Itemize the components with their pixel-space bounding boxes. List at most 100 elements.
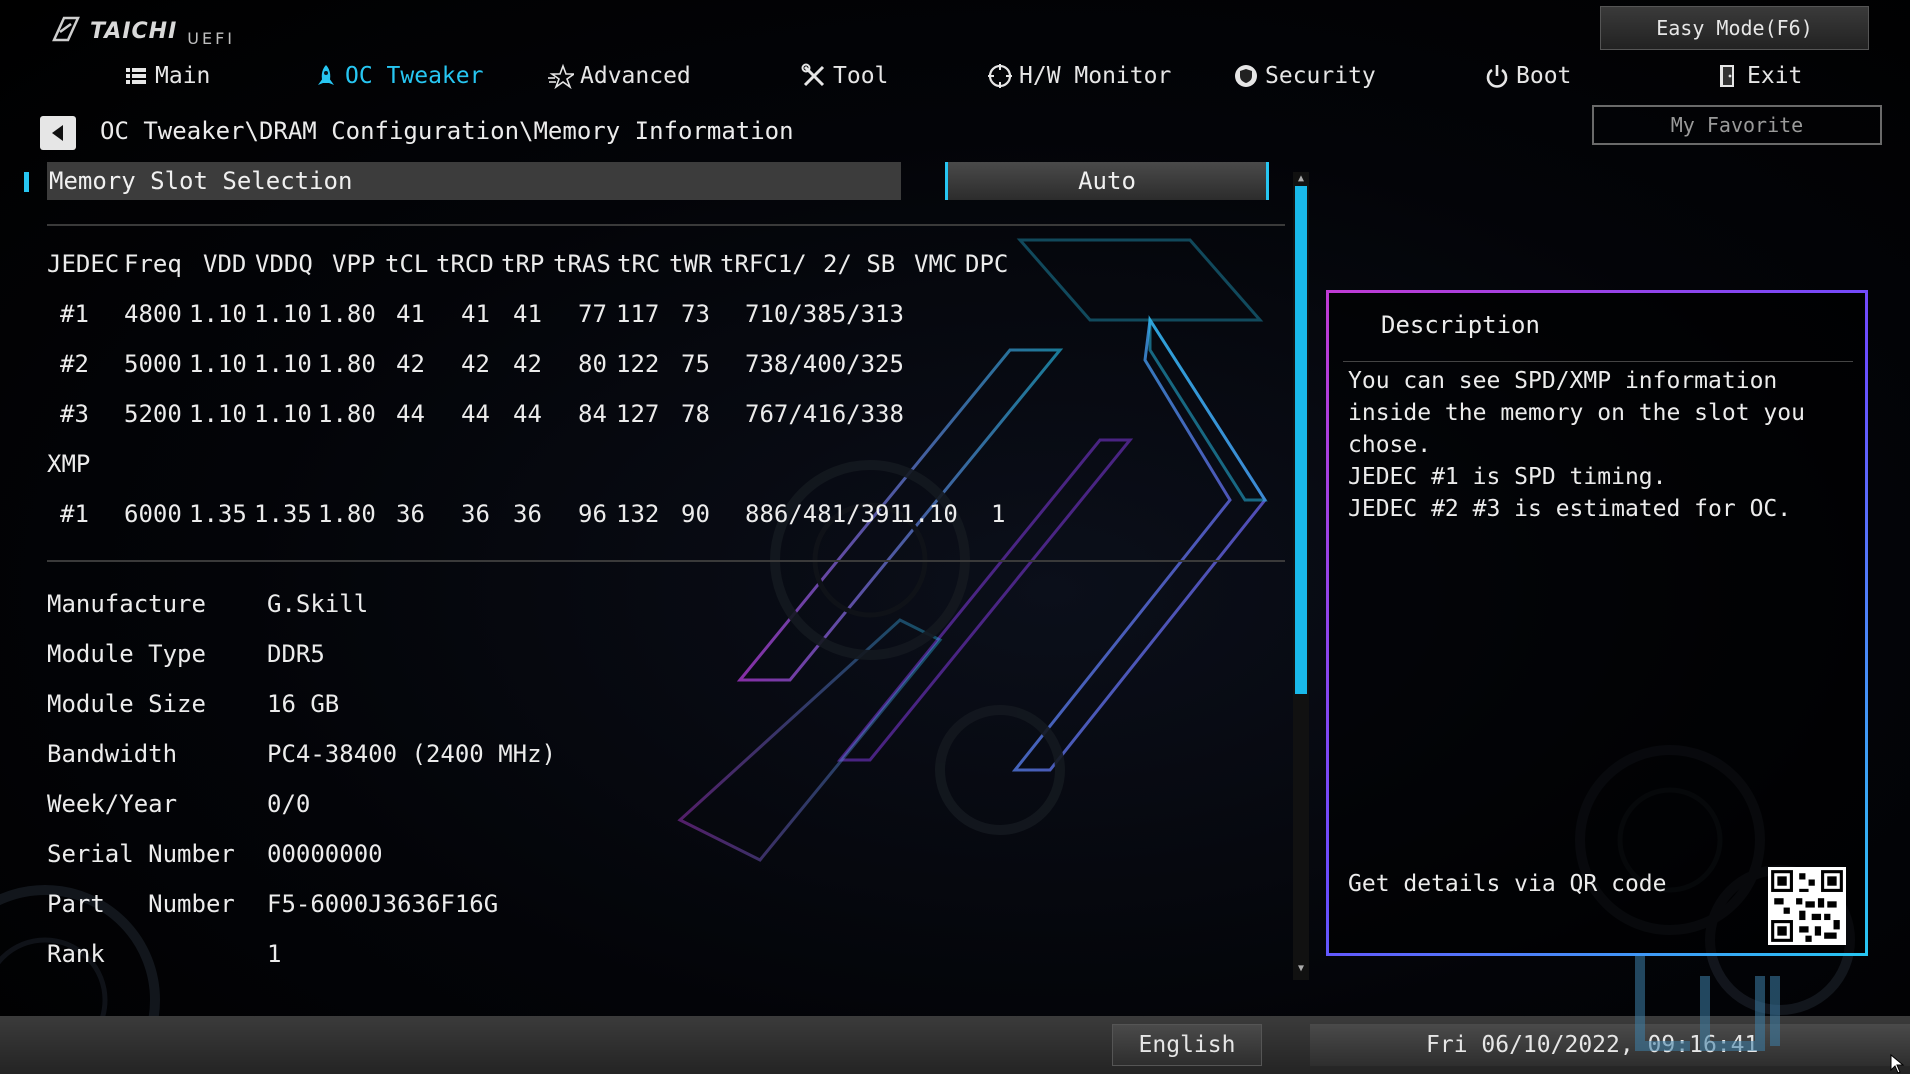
cell-trcd: 42 xyxy=(461,350,490,378)
cell-id: #3 xyxy=(60,400,89,428)
cell-tras: 84 xyxy=(578,400,607,428)
qr-code-label: Get details via QR code xyxy=(1348,871,1667,897)
cell-tras: 77 xyxy=(578,300,607,328)
tab-hw-monitor-label: H/W Monitor xyxy=(1019,63,1172,89)
table-row: #1 6000 1.35 1.35 1.80 36 36 36 96 132 9… xyxy=(47,500,1147,540)
cell-trcd: 36 xyxy=(461,500,490,528)
cell-trcd: 41 xyxy=(461,300,490,328)
info-label: Manufacture xyxy=(47,590,206,618)
cell-trp: 36 xyxy=(513,500,542,528)
table-row: #1 4800 1.10 1.10 1.80 41 41 41 77 117 7… xyxy=(47,300,1147,340)
info-label: Module Type xyxy=(47,640,206,668)
info-value: 1 xyxy=(267,940,282,968)
tab-boot[interactable]: Boot xyxy=(1484,56,1571,96)
col-vddq: VDDQ xyxy=(255,250,313,278)
cell-trfc: 738/400/325 xyxy=(745,350,904,378)
memory-slot-selection-label: Memory Slot Selection xyxy=(49,167,353,195)
scroll-down-arrow-icon[interactable]: ▼ xyxy=(1293,962,1309,976)
info-value: 00000000 xyxy=(267,840,383,868)
col-trcd: tRCD xyxy=(436,250,494,278)
table-row: #3 5200 1.10 1.10 1.80 44 44 44 84 127 7… xyxy=(47,400,1147,440)
cell-freq: 4800 xyxy=(124,300,182,328)
selection-marker xyxy=(24,172,29,192)
table-header-row: JEDEC Freq VDD VDDQ VPP tCL tRCD tRP tRA… xyxy=(47,250,1147,290)
col-vpp: VPP xyxy=(332,250,376,278)
info-row-part-number: Part Number F5-6000J3636F16G xyxy=(47,890,747,930)
col-tras: tRAS xyxy=(553,250,611,278)
cell-trfc: 710/385/313 xyxy=(745,300,904,328)
cell-trc: 127 xyxy=(616,400,660,428)
language-button[interactable]: English xyxy=(1112,1024,1262,1066)
cell-id: #1 xyxy=(60,300,89,328)
cell-vpp: 1.80 xyxy=(318,300,376,328)
tab-oc-tweaker-label: OC Tweaker xyxy=(345,63,484,89)
bios-screen: TAICHI UEFI Main OC Tweaker Advanced Too… xyxy=(0,0,1910,1074)
col-dpc: DPC xyxy=(965,250,1009,278)
info-label: Module Size xyxy=(47,690,206,718)
exit-door-icon xyxy=(1720,65,1734,87)
table-row: #2 5000 1.10 1.10 1.80 42 42 42 80 122 7… xyxy=(47,350,1147,390)
tab-tool-label: Tool xyxy=(833,63,889,89)
scrollbar-thumb[interactable] xyxy=(1295,186,1307,694)
power-icon xyxy=(1486,65,1508,88)
tab-boot-label: Boot xyxy=(1516,63,1572,89)
col-twr: tWR xyxy=(669,250,713,278)
xmp-label-row: XMP xyxy=(47,450,1147,490)
info-label: Bandwidth xyxy=(47,740,178,768)
tab-hw-monitor[interactable]: H/W Monitor xyxy=(987,56,1171,96)
easy-mode-button[interactable]: Easy Mode(F6) xyxy=(1600,6,1869,50)
memory-slot-selection-dropdown[interactable]: Auto xyxy=(945,162,1269,200)
col-jedec: JEDEC xyxy=(47,250,120,278)
tools-icon xyxy=(801,63,825,87)
cell-tcl: 44 xyxy=(396,400,425,428)
cell-freq: 5200 xyxy=(124,400,182,428)
cell-twr: 90 xyxy=(681,500,710,528)
list-icon xyxy=(126,68,146,84)
cell-tras: 80 xyxy=(578,350,607,378)
tab-main[interactable]: Main xyxy=(123,56,210,96)
logo-text: TAICHI xyxy=(90,19,178,44)
cell-vpp: 1.80 xyxy=(318,500,376,528)
cell-vdd: 1.10 xyxy=(189,350,247,378)
tab-advanced[interactable]: Advanced xyxy=(548,56,691,96)
info-row-module-type: Module Type DDR5 xyxy=(47,640,747,680)
tab-oc-tweaker[interactable]: OC Tweaker xyxy=(313,56,483,96)
cell-trc: 117 xyxy=(616,300,660,328)
info-label: Week/Year xyxy=(47,790,178,818)
cell-vpp: 1.80 xyxy=(318,350,376,378)
info-label: Serial Number xyxy=(47,840,235,868)
cell-freq: 6000 xyxy=(124,500,182,528)
cell-tcl: 42 xyxy=(396,350,425,378)
col-trfc2-sb: 2/ SB xyxy=(823,250,896,278)
tab-security-label: Security xyxy=(1265,63,1376,89)
main-nav: Main OC Tweaker Advanced Tool H/W Monito… xyxy=(0,56,1802,96)
memory-slot-selection-row[interactable]: Memory Slot Selection xyxy=(47,162,901,200)
tab-exit[interactable]: Exit xyxy=(1715,56,1802,96)
cell-trc: 122 xyxy=(616,350,660,378)
logo-subtext: UEFI xyxy=(187,29,236,48)
tab-security[interactable]: Security xyxy=(1233,56,1376,96)
xmp-label: XMP xyxy=(47,450,91,478)
description-panel: Description You can see SPD/XMP informat… xyxy=(1326,290,1868,956)
col-freq: Freq xyxy=(124,250,182,278)
scroll-up-arrow-icon[interactable]: ▲ xyxy=(1293,172,1309,186)
shield-icon xyxy=(1235,65,1257,87)
back-button[interactable] xyxy=(40,116,76,150)
tab-tool[interactable]: Tool xyxy=(801,56,888,96)
info-label: Rank xyxy=(47,940,105,968)
info-value: 0/0 xyxy=(267,790,311,818)
info-row-module-size: Module Size 16 GB xyxy=(47,690,747,730)
my-favorite-button[interactable]: My Favorite xyxy=(1592,105,1882,145)
info-label: Part Number xyxy=(47,890,235,918)
monitor-icon xyxy=(988,64,1012,88)
col-vmc: VMC xyxy=(914,250,958,278)
cell-vdd: 1.35 xyxy=(189,500,247,528)
cell-twr: 75 xyxy=(681,350,710,378)
cell-twr: 78 xyxy=(681,400,710,428)
cell-vddq: 1.10 xyxy=(254,400,312,428)
info-row-manufacture: Manufacture G.Skill xyxy=(47,590,747,630)
taichi-logo: TAICHI UEFI xyxy=(50,14,235,48)
mouse-cursor-icon xyxy=(1890,1054,1905,1074)
cell-id: #1 xyxy=(60,500,89,528)
info-row-serial-number: Serial Number 00000000 xyxy=(47,840,747,880)
